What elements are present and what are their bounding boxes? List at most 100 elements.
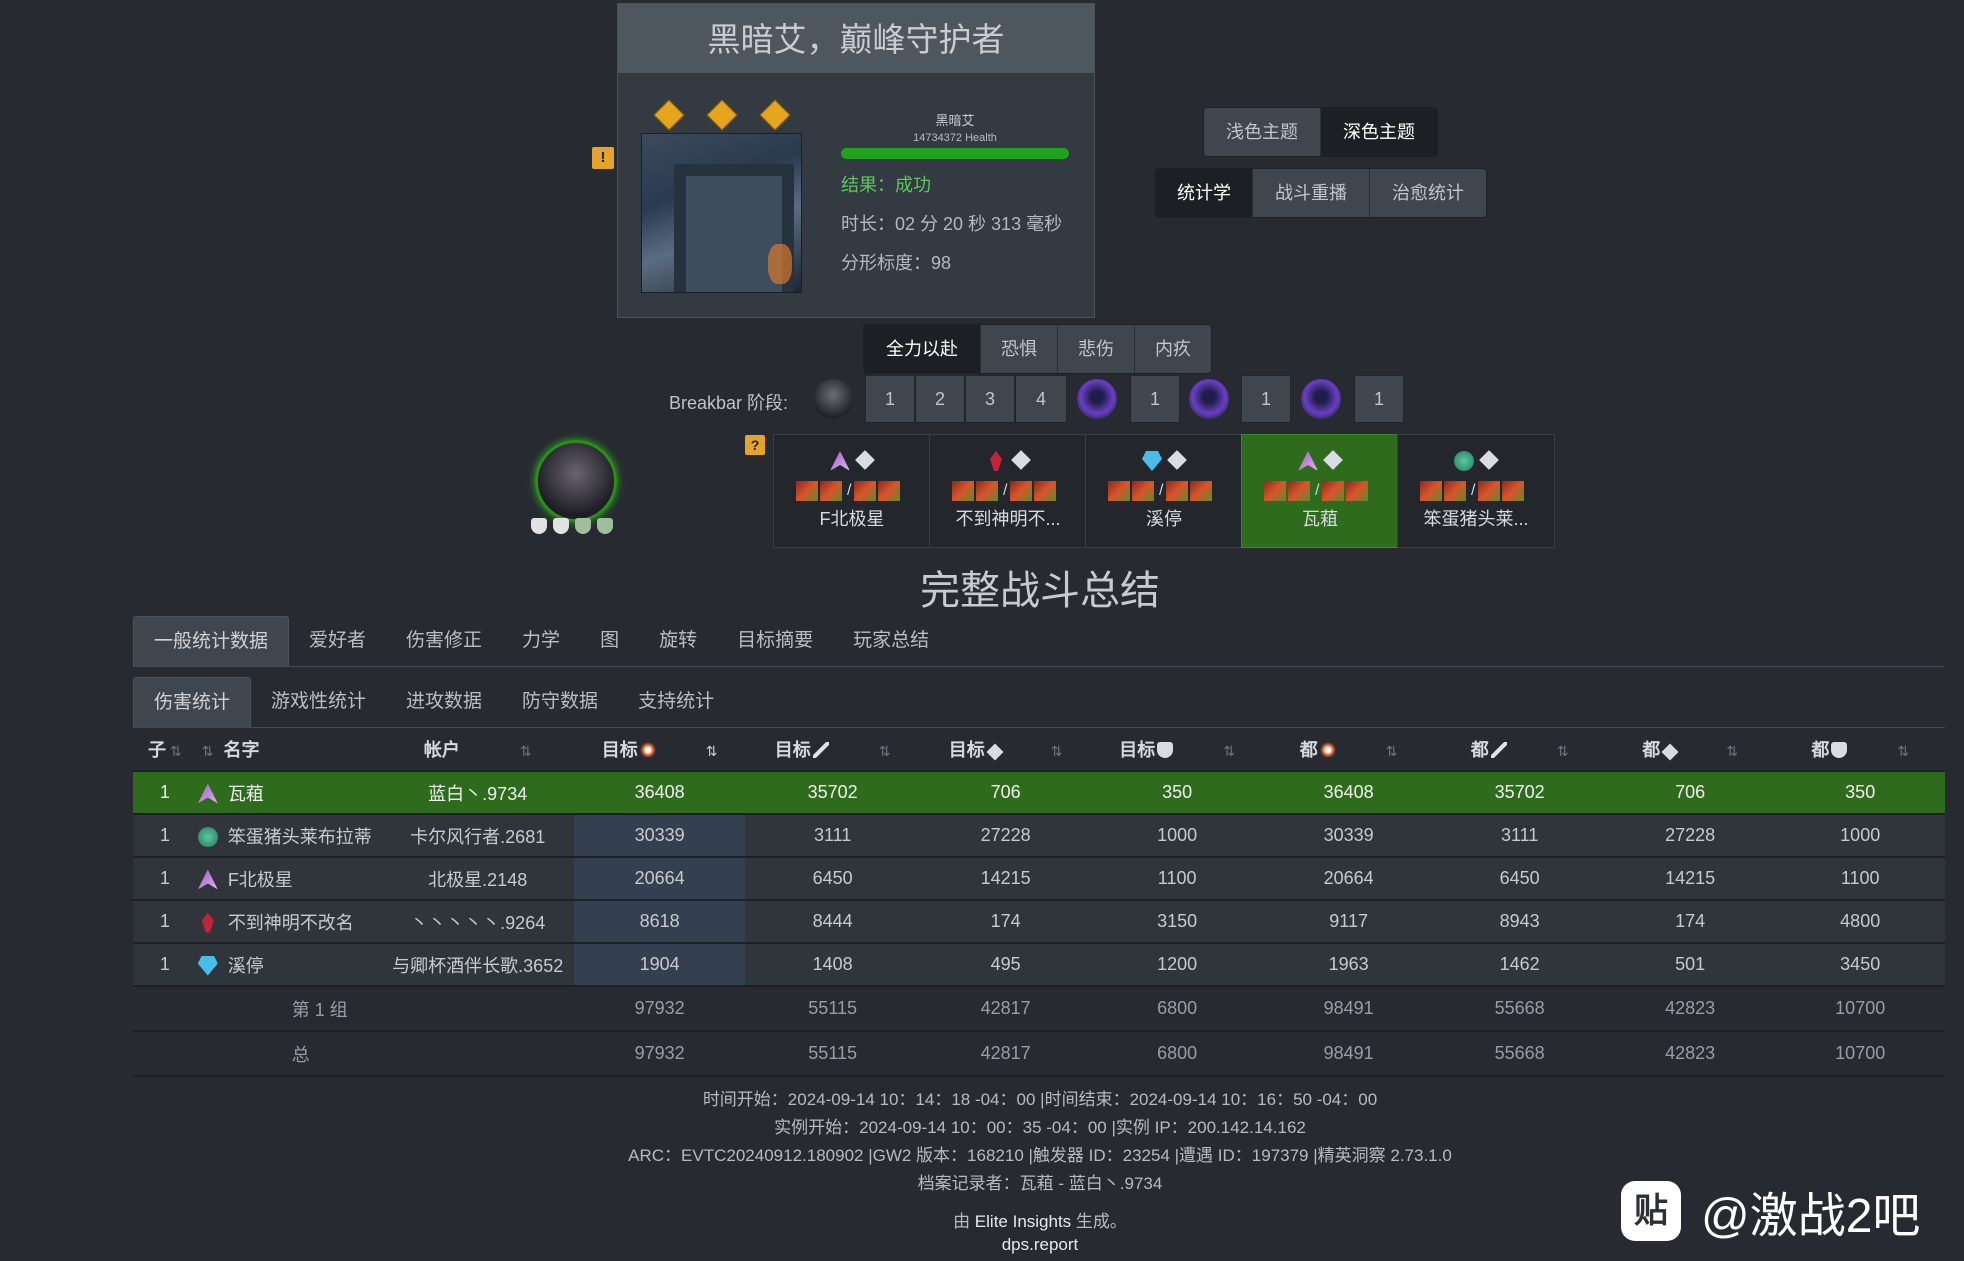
cell-value: 14215 <box>919 857 1092 901</box>
cell-sub: 1 <box>133 900 197 944</box>
view-tabs: 统计学 战斗重播 治愈统计 <box>1155 168 1487 218</box>
table-row[interactable]: 1 瓦蒩 蓝白丶.9734 36408 35702 706 350 36408 35702 70… <box>133 771 1945 815</box>
table-header: 子 ⇅ ⇅ 名字 帐户 ⇅ 目标 ⇅ 目标 ⇅ 目标 ⇅ 目标 ⇅ 都 ⇅ 都 ⇅ 都 ⇅ 都 ⇅ <box>133 728 1945 772</box>
tab-general-stats[interactable]: 一般统计数据 <box>133 616 290 667</box>
weapon-icon <box>952 481 974 501</box>
table-row[interactable]: 1 F北极星 北极星.2148 20664 6450 14215 1100 20664 645… <box>133 857 1945 901</box>
header-sub[interactable]: 子 ⇅ <box>133 728 197 772</box>
cell-name: 瓦蒩 <box>196 771 382 815</box>
tab-defensive-stats[interactable]: 防守数据 <box>502 677 618 727</box>
player-name: 溪停 <box>1146 509 1182 529</box>
role-icon <box>1167 450 1187 470</box>
cell-value: 55115 <box>745 985 920 1032</box>
fractal-scale: 分形标度：98 <box>841 253 952 273</box>
cell-value: 1100 <box>1091 857 1263 901</box>
breakbar-phase-button[interactable]: 2 <box>915 375 965 423</box>
condition-icon <box>1661 743 1679 761</box>
breakbar-phase-button[interactable]: 4 <box>1015 375 1067 423</box>
weapon-icon <box>1132 481 1154 501</box>
cell-sub: 1 <box>133 814 197 858</box>
profession-icon <box>197 783 218 804</box>
breakbar-phase-button[interactable]: 1 <box>1130 375 1180 423</box>
tab-damage-stats[interactable]: 伤害统计 <box>133 677 252 728</box>
tab-target-summary[interactable]: 目标摘要 <box>717 616 833 666</box>
tab-graph[interactable]: 图 <box>580 616 639 666</box>
elite-insights-link[interactable]: Elite Insights <box>975 1212 1071 1231</box>
header-target-condi[interactable]: 目标 ⇅ <box>919 728 1092 772</box>
breakbar-phase-button[interactable]: 1 <box>1354 375 1404 423</box>
weapons: / <box>1264 481 1376 503</box>
cell-value: 4800 <box>1775 900 1945 944</box>
cell-value: 98491 <box>1262 1031 1435 1077</box>
cell-value: 1904 <box>573 943 746 987</box>
weapons: / <box>796 481 908 503</box>
divider <box>133 666 1945 667</box>
cell-sub: 1 <box>133 857 197 901</box>
light-theme-button[interactable]: 浅色主题 <box>1204 108 1321 156</box>
player-name: 不到神明不... <box>955 509 1061 529</box>
player-card[interactable]: / 不到神明不... <box>929 434 1087 548</box>
cell-value: 1000 <box>1091 814 1263 858</box>
tab-target-guilt[interactable]: 内疚 <box>1135 325 1211 373</box>
player-name: F北极星 <box>819 509 885 529</box>
cell-value: 10700 <box>1775 1031 1945 1077</box>
player-card[interactable]: / 笨蛋猪头莱... <box>1397 434 1555 548</box>
weapon-icon <box>1444 481 1466 501</box>
weapons: / <box>1108 481 1220 503</box>
header-all-breakbar[interactable]: 都 ⇅ <box>1775 728 1945 772</box>
tab-support-stats[interactable]: 支持统计 <box>618 677 734 727</box>
table-row[interactable]: 1 笨蛋猪头莱布拉蒂 卡尔风行者.2681 30339 3111 27228 1000 30… <box>133 814 1945 858</box>
cell-name: 不到神明不改名 <box>196 900 382 944</box>
tab-player-summary[interactable]: 玩家总结 <box>833 616 949 666</box>
weapons: / <box>952 481 1064 503</box>
table-row[interactable]: 1 溪停 与卿杯酒伴长歌.3652 1904 1408 495 1200 1963 1462 5… <box>133 943 1945 987</box>
revenant-icon <box>1298 451 1318 471</box>
header-all-dps[interactable]: 都 ⇅ <box>1262 728 1435 772</box>
damage-stats-table: 子 ⇅ ⇅ 名字 帐户 ⇅ 目标 ⇅ 目标 ⇅ 目标 ⇅ 目标 ⇅ 都 ⇅ 都 ⇅ 都 ⇅ 都 ⇅ … <box>133 728 1945 1077</box>
dark-theme-button[interactable]: 深色主题 <box>1321 108 1437 156</box>
warning-icon[interactable]: ! <box>592 147 614 169</box>
weapon-icon <box>1502 481 1525 501</box>
breakbar-phase-button[interactable]: 1 <box>1241 375 1291 423</box>
cell-value: 3450 <box>1775 943 1945 987</box>
tab-target-all-out[interactable]: 全力以赴 <box>864 325 981 373</box>
tab-rotation[interactable]: 旋转 <box>639 616 717 666</box>
cell-value: 350 <box>1775 771 1945 815</box>
table-row[interactable]: 1 不到神明不改名 丶丶丶丶丶.9264 8618 8444 174 3150 9117 89… <box>133 900 1945 944</box>
target-phase-icon <box>1077 379 1117 419</box>
tab-target-fear[interactable]: 恐惧 <box>981 325 1058 373</box>
breakbar-phase-button[interactable]: 3 <box>965 375 1015 423</box>
header-all-condi[interactable]: 都 ⇅ <box>1604 728 1776 772</box>
power-icon <box>1490 742 1507 758</box>
tab-damage-modifiers[interactable]: 伤害修正 <box>386 616 502 666</box>
cell-sub: 1 <box>133 943 197 987</box>
player-card[interactable]: / F北极星 <box>773 434 931 548</box>
cell-value: 1200 <box>1091 943 1263 987</box>
header-name[interactable]: ⇅ 名字 <box>196 728 382 772</box>
tab-gameplay-stats[interactable]: 游戏性统计 <box>251 677 386 727</box>
boss-image <box>641 133 802 293</box>
breakbar-phase-button[interactable]: 1 <box>865 375 915 423</box>
cell-value: 36408 <box>573 771 746 815</box>
player-card[interactable]: / 溪停 <box>1085 434 1243 548</box>
tab-statistics[interactable]: 统计学 <box>1156 169 1253 217</box>
cell-value: 174 <box>919 900 1092 944</box>
weapon-icon <box>1108 481 1130 501</box>
header-target-breakbar[interactable]: 目标 ⇅ <box>1091 728 1263 772</box>
tab-offensive-stats[interactable]: 进攻数据 <box>386 677 502 727</box>
encounter-duration: 时长：02 分 20 秒 313 毫秒 <box>841 214 1063 234</box>
tab-combat-replay[interactable]: 战斗重播 <box>1253 169 1370 217</box>
tab-boons[interactable]: 爱好者 <box>289 616 386 666</box>
help-icon[interactable]: ? <box>745 435 765 455</box>
header-target-dps[interactable]: 目标 ⇅ <box>573 728 746 772</box>
tab-mechanics[interactable]: 力学 <box>502 616 580 666</box>
boss-health-bar <box>841 148 1069 159</box>
cell-value: 495 <box>919 943 1092 987</box>
player-card[interactable]: / 瓦蒩 <box>1241 434 1399 548</box>
tab-target-sorrow[interactable]: 悲伤 <box>1058 325 1135 373</box>
header-account[interactable]: 帐户 ⇅ <box>381 728 574 772</box>
tab-healing-stats[interactable]: 治愈统计 <box>1370 169 1486 217</box>
header-all-power[interactable]: 都 ⇅ <box>1434 728 1605 772</box>
header-target-power[interactable]: 目标 ⇅ <box>745 728 920 772</box>
boss-name: 黑暗艾 <box>935 113 975 128</box>
